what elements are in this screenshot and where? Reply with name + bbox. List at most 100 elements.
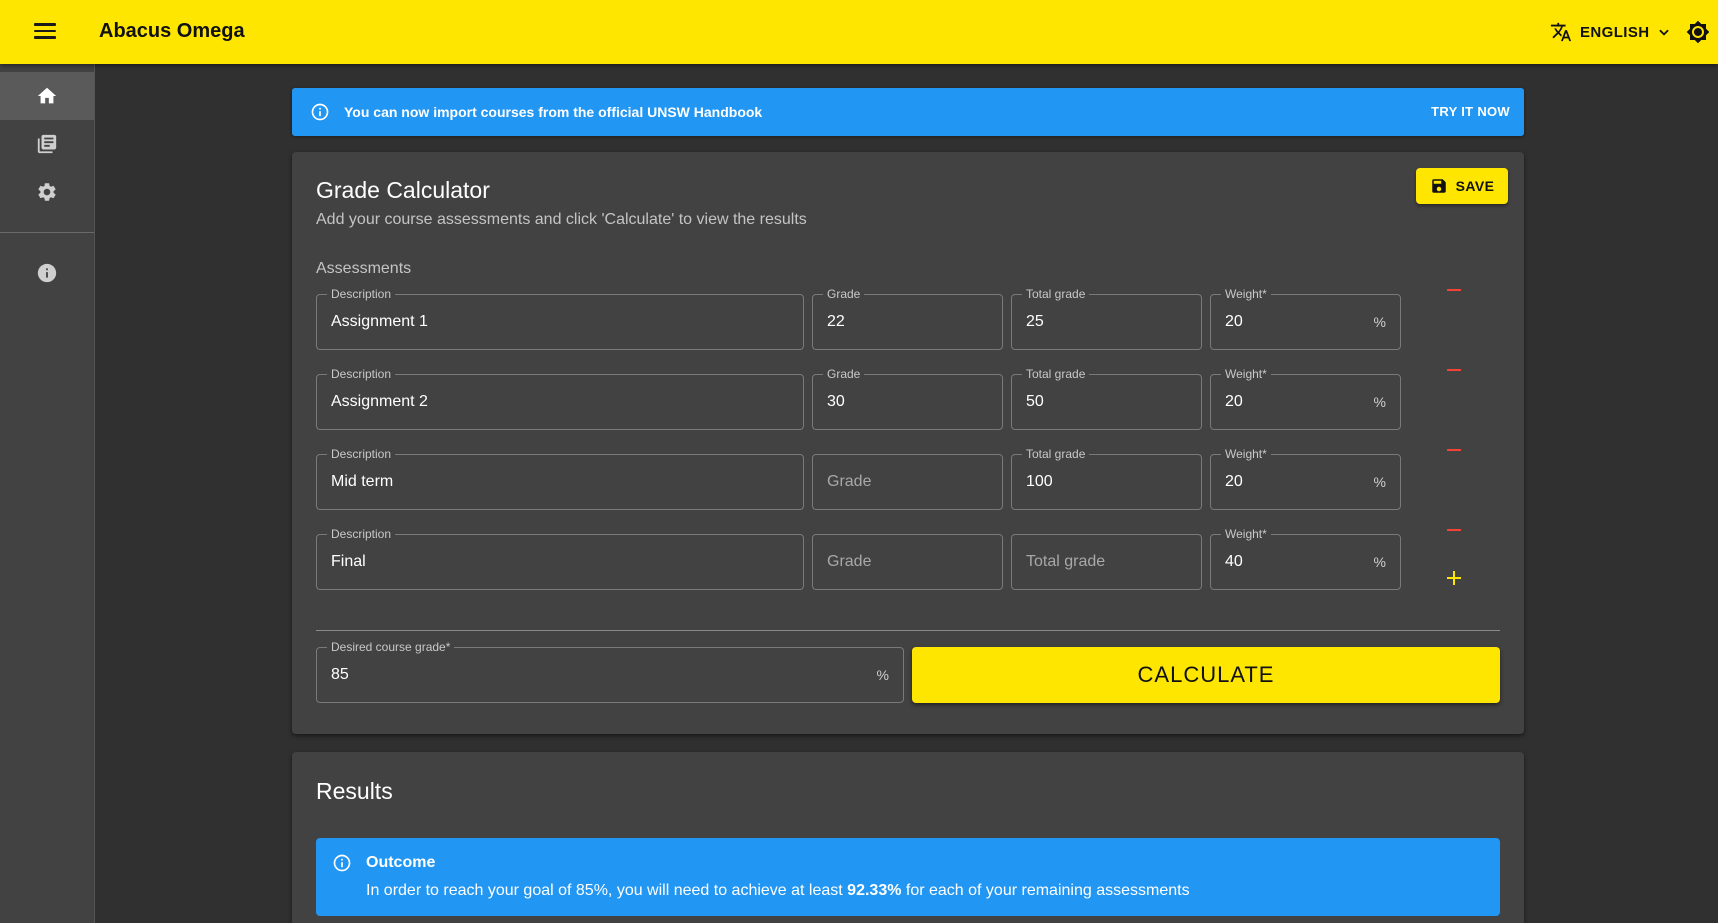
description-value: Assignment 2 — [331, 393, 428, 410]
save-button[interactable]: SAVE — [1416, 168, 1508, 204]
weight-label: Weight* — [1221, 367, 1271, 381]
desired-grade-suffix: % — [876, 667, 889, 683]
grade-value: 30 — [827, 393, 845, 410]
weight-value: 20 — [1225, 313, 1243, 330]
save-label: SAVE — [1455, 178, 1495, 194]
total-grade-field[interactable]: Total grade 25 — [1011, 287, 1202, 350]
card-subtitle: Add your course assessments and click 'C… — [316, 211, 807, 228]
grade-field[interactable]: Grade 30 — [812, 367, 1003, 430]
weight-suffix: % — [1373, 314, 1386, 330]
grade-field[interactable]: Grade 22 — [812, 287, 1003, 350]
language-label: ENGLISH — [1580, 23, 1650, 41]
total-grade-label: Total grade — [1022, 447, 1090, 461]
sidebar-item-settings[interactable] — [0, 168, 94, 216]
description-field[interactable]: Description Assignment 2 — [316, 367, 804, 430]
total-grade-field[interactable]: Total grade 50 — [1011, 367, 1202, 430]
remove-assessment-button[interactable] — [1440, 276, 1468, 304]
description-label: Description — [327, 527, 396, 541]
sidebar-item-home[interactable] — [0, 72, 94, 120]
description-field[interactable]: Description Assignment 1 — [316, 287, 804, 350]
weight-field[interactable]: Weight* 20 % — [1210, 367, 1401, 430]
import-banner: You can now import courses from the offi… — [292, 88, 1524, 136]
desired-grade-field[interactable]: Desired course grade* 85 % — [316, 640, 904, 703]
total-grade-label: Total grade — [1022, 367, 1090, 381]
results-card: Results Outcome In order to reach your g… — [292, 752, 1524, 923]
grade-calculator-card: Grade Calculator Add your course assessm… — [292, 152, 1524, 734]
outcome-alert: Outcome In order to reach your goal of 8… — [316, 838, 1500, 916]
grade-field[interactable]: Grade — [812, 454, 1003, 510]
translate-icon — [1550, 22, 1572, 42]
grade-label: Grade — [823, 287, 865, 301]
weight-suffix: % — [1373, 394, 1386, 410]
desired-grade-label: Desired course grade* — [327, 640, 455, 654]
description-field[interactable]: Description Mid term — [316, 447, 804, 510]
sidebar-item-about[interactable] — [0, 249, 94, 297]
try-it-now-button[interactable]: TRY IT NOW — [1431, 104, 1510, 119]
total-grade-label: Total grade — [1022, 287, 1090, 301]
total-grade-value: 25 — [1026, 313, 1044, 330]
minus-icon — [1447, 369, 1461, 371]
add-assessment-button[interactable] — [1440, 564, 1468, 592]
grade-field[interactable]: Grade — [812, 534, 1003, 590]
desired-grade-value: 85 — [331, 666, 349, 683]
outcome-text: In order to reach your goal of 85%, you … — [366, 882, 1190, 900]
total-grade-value: 50 — [1026, 393, 1044, 410]
description-value: Mid term — [331, 473, 394, 490]
hamburger-menu-icon[interactable] — [32, 20, 58, 44]
grade-placeholder: Grade — [827, 473, 872, 490]
calculate-button[interactable]: CALCULATE — [912, 647, 1500, 703]
weight-suffix: % — [1373, 554, 1386, 570]
language-selector[interactable]: ENGLISH — [1550, 18, 1671, 46]
chevron-down-icon — [1659, 29, 1670, 36]
library-books-icon — [37, 134, 57, 154]
info-outline-icon — [311, 103, 329, 121]
weight-label: Weight* — [1221, 287, 1271, 301]
card-title: Grade Calculator — [316, 177, 490, 203]
sidebar-divider — [0, 232, 94, 233]
weight-value: 20 — [1225, 393, 1243, 410]
grade-placeholder: Grade — [827, 553, 872, 570]
total-grade-field[interactable]: Total grade 100 — [1011, 447, 1202, 510]
weight-value: 20 — [1225, 473, 1243, 490]
remove-assessment-button[interactable] — [1440, 516, 1468, 544]
weight-field[interactable]: Weight* 40 % — [1210, 527, 1401, 590]
weight-field[interactable]: Weight* 20 % — [1210, 287, 1401, 350]
divider — [316, 630, 1500, 631]
assessments-label: Assessments — [316, 260, 412, 277]
minus-icon — [1447, 289, 1461, 291]
app-bar: Abacus Omega ENGLISH — [0, 0, 1718, 64]
outcome-title: Outcome — [366, 854, 436, 871]
app-title: Abacus Omega — [99, 20, 245, 42]
brightness-icon[interactable] — [1686, 20, 1710, 44]
description-value: Final — [331, 553, 366, 570]
banner-text: You can now import courses from the offi… — [344, 104, 763, 120]
minus-icon — [1447, 529, 1461, 531]
grade-label: Grade — [823, 367, 865, 381]
description-field[interactable]: Description Final — [316, 527, 804, 590]
sidebar — [0, 64, 95, 923]
minus-icon — [1447, 449, 1461, 451]
total-grade-field[interactable]: Total grade — [1011, 534, 1202, 590]
home-icon — [37, 87, 57, 104]
description-label: Description — [327, 287, 396, 301]
weight-label: Weight* — [1221, 527, 1271, 541]
remove-assessment-button[interactable] — [1440, 436, 1468, 464]
calculate-label: CALCULATE — [1137, 662, 1275, 687]
outcome-text-post: for each of your remaining assessments — [901, 882, 1190, 899]
grade-value: 22 — [827, 313, 845, 330]
weight-label: Weight* — [1221, 447, 1271, 461]
sidebar-item-courses[interactable] — [0, 120, 94, 168]
weight-value: 40 — [1225, 553, 1243, 570]
results-title: Results — [316, 778, 393, 804]
remove-assessment-button[interactable] — [1440, 356, 1468, 384]
description-value: Assignment 1 — [331, 313, 428, 330]
gear-icon — [38, 183, 56, 201]
description-label: Description — [327, 447, 396, 461]
total-grade-placeholder: Total grade — [1026, 553, 1106, 570]
info-icon — [37, 263, 57, 283]
description-label: Description — [327, 367, 396, 381]
floppy-disk-icon — [1431, 179, 1446, 193]
weight-suffix: % — [1373, 474, 1386, 490]
weight-field[interactable]: Weight* 20 % — [1210, 447, 1401, 510]
plus-icon — [1447, 571, 1461, 585]
